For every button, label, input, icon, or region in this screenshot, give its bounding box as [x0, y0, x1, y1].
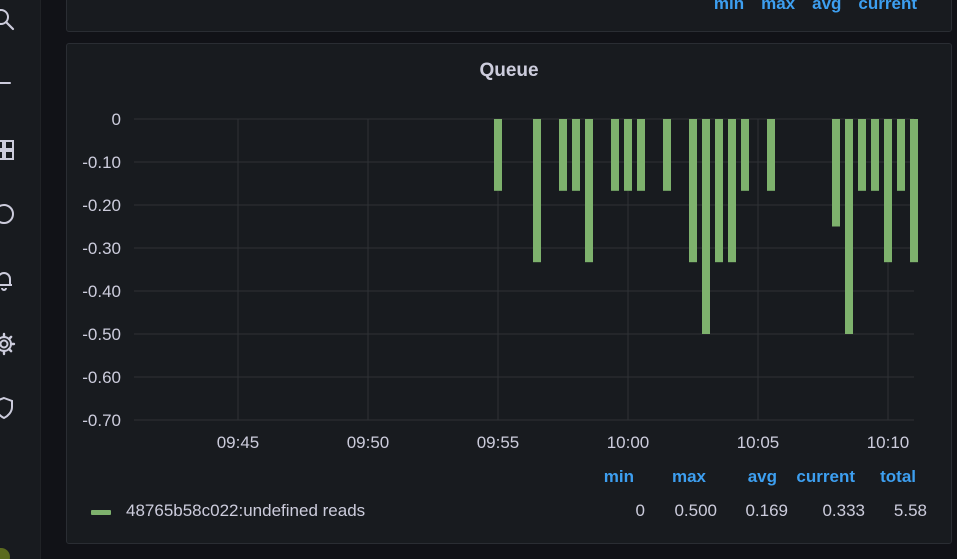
legend-header-min[interactable]: min [600, 467, 634, 487]
legend-header-total[interactable]: total [872, 467, 916, 487]
x-axis: 09:45 09:50 09:55 10:00 10:05 10:10 [217, 433, 910, 452]
y-tick-label: -0.20 [82, 196, 121, 215]
series-bar[interactable] [611, 119, 619, 191]
settings-icon[interactable] [0, 332, 16, 356]
shield-icon[interactable] [0, 396, 16, 420]
y-axis: 0 -0.10 -0.20 -0.30 -0.40 -0.50 -0.60 -0.70 [82, 110, 121, 430]
series-bar[interactable] [689, 119, 697, 263]
series-bars [494, 119, 918, 334]
avatar[interactable] [0, 548, 10, 559]
legend-header-max[interactable]: max [666, 467, 706, 487]
y-tick-label: -0.10 [82, 153, 121, 172]
chart: 0 -0.10 -0.20 -0.30 -0.40 -0.50 -0.60 -0.70 09:… [82, 110, 918, 452]
legend-header-max[interactable]: max [761, 0, 795, 13]
y-tick-label: 0 [112, 110, 121, 129]
legend-value-max: 0.500 [674, 501, 717, 520]
series-bar[interactable] [910, 119, 918, 263]
series-bar[interactable] [767, 119, 775, 191]
legend-header-avg[interactable]: avg [742, 467, 777, 487]
legend-value-total: 5.58 [893, 501, 927, 520]
y-tick-label: -0.50 [82, 325, 121, 344]
legend-value-min: 0 [635, 501, 645, 520]
search-icon[interactable] [0, 8, 16, 32]
legend-header-current[interactable]: current [789, 467, 855, 487]
x-tick-label: 09:45 [217, 433, 260, 452]
x-tick-label: 10:05 [737, 433, 780, 452]
series-bar[interactable] [871, 119, 879, 191]
series-bar[interactable] [533, 119, 541, 263]
previous-panel: min max avg current [66, 0, 952, 32]
series-bar[interactable] [832, 119, 840, 227]
y-tick-label: -0.30 [82, 239, 121, 258]
queue-panel: Queue 0 -0.10 -0.20 -0.30 -0.40 -0.50 -0.60 -0.… [66, 43, 952, 544]
legend-value-avg: 0.169 [745, 501, 788, 520]
app-root: min max avg current Queue 0 -0.10 -0.20 -0.… [0, 0, 957, 559]
x-tick-label: 10:00 [607, 433, 650, 452]
explore-icon[interactable] [0, 202, 16, 226]
series-bar[interactable] [637, 119, 645, 191]
series-bar[interactable] [845, 119, 853, 334]
series-bar[interactable] [663, 119, 671, 191]
series-bar[interactable] [559, 119, 567, 191]
series-bar[interactable] [572, 119, 580, 191]
series-bar[interactable] [494, 119, 502, 191]
dashboards-icon[interactable] [0, 138, 16, 162]
top-legend-header: min max avg current [714, 0, 917, 13]
legend-series-swatch[interactable] [91, 510, 111, 515]
chart-grid [134, 118, 914, 421]
y-tick-label: -0.60 [82, 368, 121, 387]
series-bar[interactable] [897, 119, 905, 191]
series-bar[interactable] [728, 119, 736, 263]
sidebar [0, 0, 41, 559]
series-bar[interactable] [858, 119, 866, 191]
x-tick-label: 09:55 [477, 433, 520, 452]
legend-header-min[interactable]: min [714, 0, 744, 13]
series-bar[interactable] [624, 119, 632, 191]
legend-value-current: 0.333 [822, 501, 865, 520]
series-bar[interactable] [884, 119, 892, 263]
minus-icon[interactable] [0, 71, 16, 95]
series-bar[interactable] [741, 119, 749, 191]
x-tick-label: 10:10 [867, 433, 910, 452]
alerting-icon[interactable] [0, 268, 16, 292]
legend-header-avg[interactable]: avg [812, 0, 841, 13]
y-tick-label: -0.40 [82, 282, 121, 301]
series-bar[interactable] [585, 119, 593, 263]
series-bar[interactable] [702, 119, 710, 334]
y-tick-label: -0.70 [82, 411, 121, 430]
x-tick-label: 09:50 [347, 433, 390, 452]
legend-series-name[interactable]: 48765b58c022:undefined reads [126, 501, 365, 521]
series-bar[interactable] [715, 119, 723, 263]
legend-header-current[interactable]: current [858, 0, 917, 13]
